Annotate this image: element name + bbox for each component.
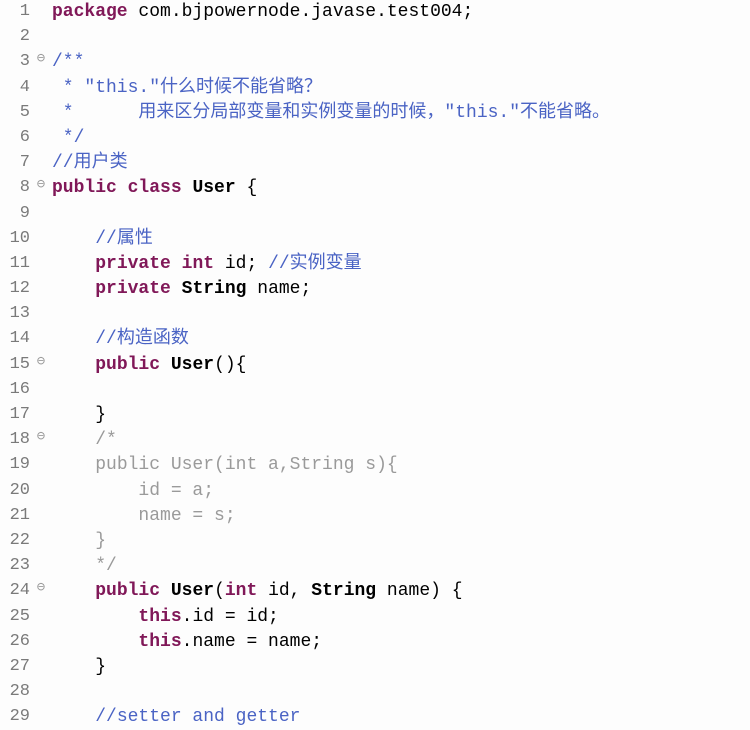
code-content[interactable]: * "this."什么时候不能省略？	[48, 76, 750, 101]
code-line[interactable]: 22 }	[0, 529, 750, 554]
code-line[interactable]: 9	[0, 202, 750, 227]
line-number: 26	[0, 630, 34, 654]
code-line[interactable]: 4 * "this."什么时候不能省略？	[0, 76, 750, 101]
code-line[interactable]: 11 private int id; //实例变量	[0, 252, 750, 277]
code-editor[interactable]: 1 package com.bjpowernode.javase.test004;…	[0, 0, 750, 730]
code-content[interactable]: package com.bjpowernode.javase.test004;	[48, 0, 750, 25]
line-number: 7	[0, 151, 34, 175]
line-number: 13	[0, 302, 34, 326]
line-number: 21	[0, 504, 34, 528]
code-content[interactable]: */	[48, 554, 750, 579]
code-line[interactable]: 19 public User(int a,String s){	[0, 453, 750, 478]
code-content[interactable]: */	[48, 126, 750, 151]
line-number: 19	[0, 453, 34, 477]
line-number: 29	[0, 705, 34, 729]
code-content[interactable]: this.id = id;	[48, 605, 750, 630]
code-content[interactable]: private String name;	[48, 277, 750, 302]
line-number: 8	[0, 176, 34, 200]
line-number: 10	[0, 227, 34, 251]
code-line[interactable]: 21 name = s;	[0, 504, 750, 529]
code-content[interactable]: }	[48, 529, 750, 554]
code-line[interactable]: 20 id = a;	[0, 479, 750, 504]
code-content[interactable]: }	[48, 655, 750, 680]
code-content[interactable]: /**	[48, 50, 750, 75]
code-line[interactable]: 13	[0, 302, 750, 327]
code-line[interactable]: 2	[0, 25, 750, 50]
line-number: 9	[0, 202, 34, 226]
line-number: 14	[0, 327, 34, 351]
line-number: 4	[0, 76, 34, 100]
code-content[interactable]: public class User {	[48, 176, 750, 201]
line-number: 27	[0, 655, 34, 679]
line-number: 25	[0, 605, 34, 629]
code-line[interactable]: 29 //setter and getter	[0, 705, 750, 730]
line-number: 1	[0, 0, 34, 24]
code-line[interactable]: 14 //构造函数	[0, 327, 750, 352]
code-line[interactable]: 12 private String name;	[0, 277, 750, 302]
code-content[interactable]: this.name = name;	[48, 630, 750, 655]
line-number: 5	[0, 101, 34, 125]
line-number: 28	[0, 680, 34, 704]
code-content[interactable]: id = a;	[48, 479, 750, 504]
code-line[interactable]: 27 }	[0, 655, 750, 680]
code-content[interactable]: public User(int id, String name) {	[48, 579, 750, 604]
line-number: 16	[0, 378, 34, 402]
line-number: 22	[0, 529, 34, 553]
code-line[interactable]: 25 this.id = id;	[0, 605, 750, 630]
fold-gutter-icon[interactable]: ⊖	[34, 579, 48, 599]
code-content[interactable]: }	[48, 403, 750, 428]
line-number: 11	[0, 252, 34, 276]
code-line[interactable]: 3⊖/**	[0, 50, 750, 75]
code-content[interactable]: //构造函数	[48, 327, 750, 352]
fold-gutter-icon[interactable]: ⊖	[34, 50, 48, 70]
fold-gutter-icon[interactable]: ⊖	[34, 176, 48, 196]
code-content[interactable]: //属性	[48, 227, 750, 252]
code-content[interactable]: public User(){	[48, 353, 750, 378]
code-content[interactable]: //setter and getter	[48, 705, 750, 730]
fold-gutter-icon[interactable]: ⊖	[34, 353, 48, 373]
line-number: 12	[0, 277, 34, 301]
line-number: 3	[0, 50, 34, 74]
code-line[interactable]: 26 this.name = name;	[0, 630, 750, 655]
code-line[interactable]: 18⊖ /*	[0, 428, 750, 453]
line-number: 17	[0, 403, 34, 427]
line-number: 20	[0, 479, 34, 503]
code-content[interactable]: private int id; //实例变量	[48, 252, 750, 277]
code-line[interactable]: 28	[0, 680, 750, 705]
code-line[interactable]: 24⊖ public User(int id, String name) {	[0, 579, 750, 604]
line-number: 24	[0, 579, 34, 603]
line-number: 15	[0, 353, 34, 377]
code-line[interactable]: 17 }	[0, 403, 750, 428]
code-content[interactable]: /*	[48, 428, 750, 453]
code-content[interactable]: * 用来区分局部变量和实例变量的时候，"this."不能省略。	[48, 101, 750, 126]
code-line[interactable]: 6 */	[0, 126, 750, 151]
fold-gutter-icon[interactable]: ⊖	[34, 428, 48, 448]
code-line[interactable]: 16	[0, 378, 750, 403]
code-line[interactable]: 5 * 用来区分局部变量和实例变量的时候，"this."不能省略。	[0, 101, 750, 126]
line-number: 2	[0, 25, 34, 49]
code-line[interactable]: 8⊖public class User {	[0, 176, 750, 201]
line-number: 6	[0, 126, 34, 150]
code-content[interactable]: public User(int a,String s){	[48, 453, 750, 478]
line-number: 23	[0, 554, 34, 578]
code-line[interactable]: 10 //属性	[0, 227, 750, 252]
code-content[interactable]: //用户类	[48, 151, 750, 176]
code-line[interactable]: 15⊖ public User(){	[0, 353, 750, 378]
code-content[interactable]: name = s;	[48, 504, 750, 529]
code-line[interactable]: 23 */	[0, 554, 750, 579]
code-line[interactable]: 1 package com.bjpowernode.javase.test004;	[0, 0, 750, 25]
code-line[interactable]: 7 //用户类	[0, 151, 750, 176]
line-number: 18	[0, 428, 34, 452]
